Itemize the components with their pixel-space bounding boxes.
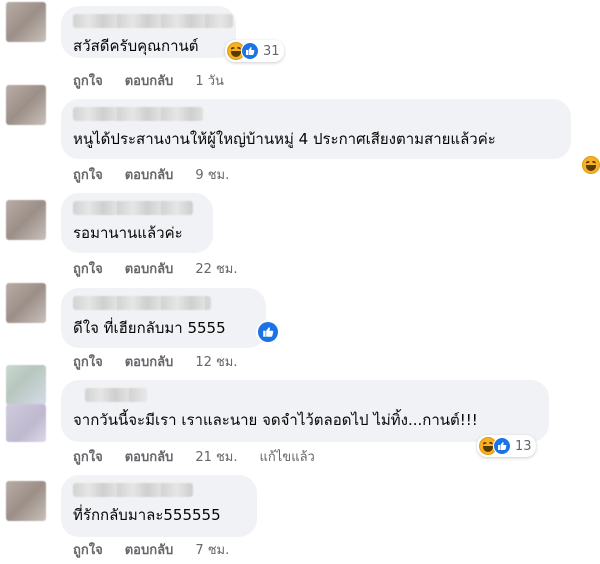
commenter-name-redacted[interactable] bbox=[73, 14, 233, 28]
comment-text: ที่รักกลับมาละ555555 bbox=[73, 506, 221, 524]
edited-label[interactable]: แก้ไขแล้ว bbox=[260, 450, 315, 465]
comment-actions: ถูกใจ ตอบกลับ 21 ชม. แก้ไขแล้ว bbox=[73, 450, 337, 466]
reply-button[interactable]: ตอบกลับ bbox=[125, 74, 174, 89]
comment-bubble: หนูได้ประสานงานให้ผู้ใหญ่บ้านหมู่ 4 ประก… bbox=[61, 99, 571, 159]
like-button[interactable]: ถูกใจ bbox=[73, 74, 103, 89]
avatar[interactable] bbox=[6, 481, 46, 521]
comment-actions: ถูกใจ ตอบกลับ 1 วัน bbox=[73, 74, 246, 90]
timestamp[interactable]: 22 ชม. bbox=[195, 262, 237, 277]
avatar[interactable] bbox=[6, 85, 46, 125]
comment-text: หนูได้ประสานงานให้ผู้ใหญ่บ้านหมู่ 4 ประก… bbox=[73, 130, 496, 148]
comment-actions: ถูกใจ ตอบกลับ 9 ชม. bbox=[73, 168, 251, 184]
like-icon bbox=[263, 327, 274, 337]
comment-actions: ถูกใจ ตอบกลับ 22 ชม. bbox=[73, 262, 260, 278]
commenter-name-redacted[interactable] bbox=[73, 296, 211, 310]
comment-bubble: จากวันนี้จะมีเรา เราและนาย จดจำไว้ตลอดไป… bbox=[61, 380, 549, 442]
reply-button[interactable]: ตอบกลับ bbox=[125, 262, 174, 277]
comment-bubble: รอมานานแล้วค่ะ bbox=[61, 193, 213, 253]
like-button[interactable]: ถูกใจ bbox=[73, 168, 103, 183]
comment-bubble: ที่รักกลับมาละ555555 bbox=[61, 475, 257, 537]
comment-bubble: ดีใจ ที่เฮียกลับมา 5555 bbox=[61, 288, 266, 348]
avatar[interactable] bbox=[6, 283, 46, 323]
commenter-name-redacted[interactable] bbox=[73, 483, 193, 497]
reaction-count: 31 bbox=[263, 43, 280, 59]
timestamp[interactable]: 7 ชม. bbox=[195, 543, 229, 558]
comment-actions: ถูกใจ ตอบกลับ 7 ชม. bbox=[73, 543, 251, 559]
haha-icon bbox=[582, 156, 600, 174]
reaction-summary[interactable]: 13 bbox=[477, 435, 536, 457]
timestamp[interactable]: 1 วัน bbox=[195, 74, 224, 89]
reaction-count: 13 bbox=[515, 438, 532, 454]
comment-text: ดีใจ ที่เฮียกลับมา 5555 bbox=[73, 319, 226, 337]
commenter-name-redacted[interactable] bbox=[73, 107, 203, 121]
avatar[interactable] bbox=[6, 365, 46, 405]
comment-text: จากวันนี้จะมีเรา เราและนาย จดจำไว้ตลอดไป… bbox=[73, 411, 478, 429]
comment-text: รอมานานแล้วค่ะ bbox=[73, 224, 183, 242]
like-button[interactable]: ถูกใจ bbox=[73, 450, 103, 465]
like-button[interactable]: ถูกใจ bbox=[73, 543, 103, 558]
commenter-name-redacted[interactable] bbox=[73, 201, 193, 215]
comment-bubble: สวัสดีครับคุณกานต์ bbox=[61, 6, 236, 58]
reply-button[interactable]: ตอบกลับ bbox=[125, 168, 174, 183]
like-button[interactable]: ถูกใจ bbox=[73, 262, 103, 277]
comment-actions: ถูกใจ ตอบกลับ 12 ชม. bbox=[73, 355, 260, 371]
reply-button[interactable]: ตอบกลับ bbox=[125, 543, 174, 558]
avatar[interactable] bbox=[6, 200, 46, 240]
timestamp[interactable]: 9 ชม. bbox=[195, 168, 229, 183]
reaction-summary[interactable] bbox=[258, 322, 278, 342]
reaction-summary[interactable] bbox=[582, 156, 600, 176]
avatar[interactable] bbox=[6, 2, 46, 42]
timestamp[interactable]: 12 ชม. bbox=[195, 355, 237, 370]
like-icon bbox=[241, 42, 259, 60]
reaction-summary[interactable]: 31 bbox=[225, 40, 284, 62]
like-icon bbox=[493, 437, 511, 455]
timestamp[interactable]: 21 ชม. bbox=[195, 450, 237, 465]
like-button[interactable]: ถูกใจ bbox=[73, 355, 103, 370]
reply-button[interactable]: ตอบกลับ bbox=[125, 450, 174, 465]
commenter-name-redacted[interactable] bbox=[85, 388, 147, 402]
avatar-lower bbox=[6, 404, 46, 442]
reply-button[interactable]: ตอบกลับ bbox=[125, 355, 174, 370]
comment-text: สวัสดีครับคุณกานต์ bbox=[73, 37, 199, 55]
